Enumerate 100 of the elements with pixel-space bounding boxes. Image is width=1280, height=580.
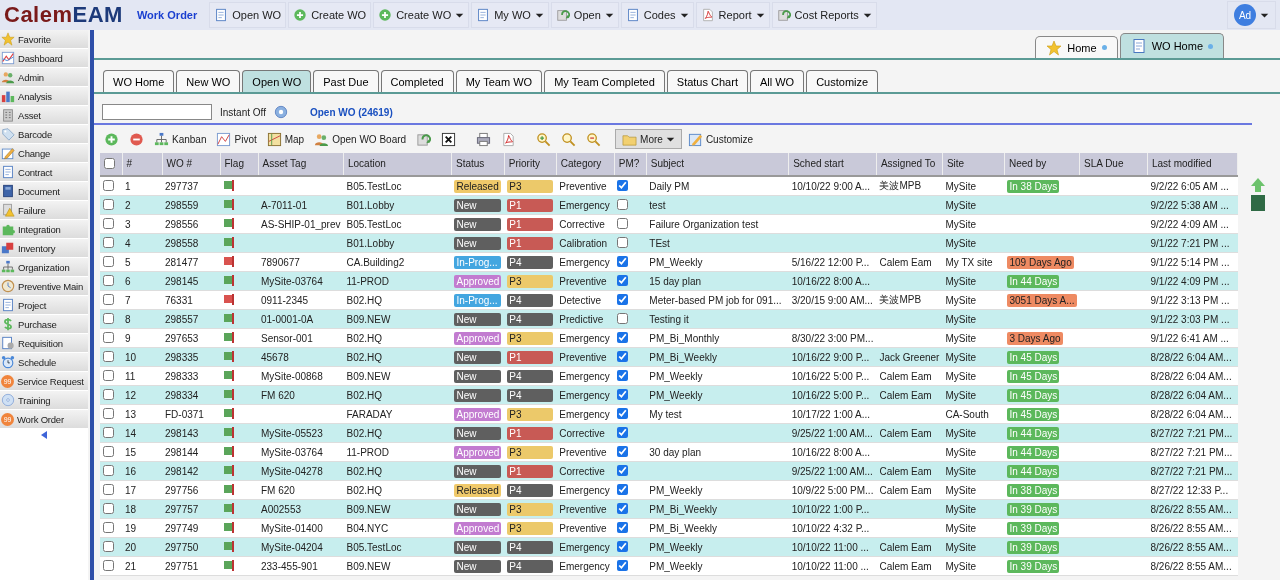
pm-checkbox[interactable] <box>617 502 629 514</box>
document-tab[interactable]: WO Home <box>1119 33 1224 58</box>
tab[interactable]: Status Chart <box>666 70 748 92</box>
pm-checkbox[interactable] <box>617 464 629 476</box>
tab[interactable]: Past Due <box>313 70 379 92</box>
sidebar-item[interactable]: Analysis <box>0 87 88 106</box>
table-cell: 0911-2345 <box>261 294 309 306</box>
sidebar-item[interactable]: Favorite <box>0 30 88 49</box>
row-checkbox[interactable] <box>103 464 114 476</box>
sidebar-item[interactable]: Integration <box>0 220 88 239</box>
row-checkbox[interactable] <box>103 388 114 400</box>
menu-button[interactable]: Cost Reports <box>771 2 877 28</box>
column-header[interactable]: Location <box>348 158 386 169</box>
toolbar-button[interactable]: Open WO Board <box>310 129 411 149</box>
sidebar-item[interactable]: Change <box>0 144 88 163</box>
row-checkbox[interactable] <box>103 521 114 533</box>
row-checkbox[interactable] <box>103 293 114 305</box>
tab[interactable]: WO Home <box>103 70 175 92</box>
document-tab[interactable]: Home <box>1035 36 1118 58</box>
sidebar-item[interactable]: Barcode <box>0 125 88 144</box>
row-checkbox[interactable] <box>103 540 114 552</box>
pm-checkbox[interactable] <box>617 236 629 248</box>
pm-checkbox[interactable] <box>617 217 629 229</box>
sidebar-item[interactable]: Preventive Main <box>0 277 88 296</box>
pm-checkbox[interactable] <box>617 198 629 210</box>
scroll-up-icon[interactable] <box>1250 177 1266 211</box>
row-checkbox[interactable] <box>103 312 114 324</box>
collapse-icon[interactable] <box>40 431 48 439</box>
tab[interactable]: Open WO <box>242 70 312 92</box>
sidebar-item[interactable]: Asset <box>0 106 88 125</box>
sidebar-item[interactable]: Purchase <box>0 315 88 334</box>
row-checkbox[interactable] <box>103 369 114 381</box>
menu-button[interactable]: Create WO <box>288 2 372 28</box>
pm-checkbox[interactable] <box>617 445 629 457</box>
row-number: 7 <box>125 294 131 306</box>
row-checkbox[interactable] <box>103 274 114 286</box>
pm-checkbox[interactable] <box>617 331 629 343</box>
row-checkbox[interactable] <box>103 198 114 210</box>
sidebar-item[interactable]: Contract <box>0 163 88 182</box>
pm-checkbox[interactable] <box>617 559 629 571</box>
row-checkbox[interactable] <box>103 179 114 191</box>
menu-button[interactable]: Open WO <box>209 2 287 28</box>
pm-checkbox[interactable] <box>617 388 629 400</box>
menu-button[interactable]: My WO <box>471 2 549 28</box>
row-checkbox[interactable] <box>103 426 114 438</box>
toolbar-button[interactable]: Pivot <box>212 129 261 149</box>
toolbar-button[interactable]: Map <box>262 129 309 149</box>
menu-button[interactable]: Report <box>695 2 770 28</box>
tab[interactable]: My Team WO <box>455 70 543 92</box>
pm-checkbox[interactable] <box>617 483 629 495</box>
more-menu-button[interactable]: More <box>615 129 682 149</box>
tab[interactable]: All WO <box>749 70 805 92</box>
sidebar-item[interactable]: Failure <box>0 201 88 220</box>
row-checkbox[interactable] <box>103 255 114 267</box>
pm-checkbox[interactable] <box>617 369 629 381</box>
pm-checkbox[interactable] <box>617 179 629 191</box>
pm-checkbox[interactable] <box>617 540 629 552</box>
tab[interactable]: My Team Completed <box>544 70 665 92</box>
select-all-checkbox[interactable] <box>104 157 115 169</box>
sidebar-item[interactable]: Document <box>0 182 88 201</box>
sidebar-item[interactable]: Organization <box>0 258 88 277</box>
row-checkbox[interactable] <box>103 331 114 343</box>
sidebar-item[interactable]: Training <box>0 391 88 410</box>
row-checkbox[interactable] <box>103 483 114 495</box>
row-checkbox[interactable] <box>103 502 114 514</box>
user-avatar[interactable]: Ad <box>1234 4 1256 26</box>
row-checkbox[interactable] <box>103 407 114 419</box>
column-header[interactable]: Subject <box>650 158 685 169</box>
pm-checkbox[interactable] <box>617 312 629 324</box>
priority-label: P3 <box>507 407 554 421</box>
sidebar-item[interactable]: Project <box>0 296 88 315</box>
pm-checkbox[interactable] <box>617 293 629 305</box>
sidebar-item[interactable]: Requisition <box>0 334 88 353</box>
pm-checkbox[interactable] <box>617 274 629 286</box>
tab[interactable]: Completed <box>380 70 454 92</box>
toolbar-button[interactable]: Kanban <box>150 129 211 149</box>
menu-button[interactable]: Open <box>550 2 619 28</box>
toolbar-button[interactable]: Customize <box>683 129 758 149</box>
row-checkbox[interactable] <box>103 236 114 248</box>
sidebar-item[interactable]: Inventory <box>0 239 88 258</box>
pm-checkbox[interactable] <box>617 350 629 362</box>
tab[interactable]: New WO <box>176 70 241 92</box>
sidebar-item[interactable]: Dashboard <box>0 49 88 68</box>
menu-button[interactable]: Create WO <box>373 2 470 28</box>
tab[interactable]: Customize <box>806 70 879 92</box>
pm-checkbox[interactable] <box>617 407 629 419</box>
row-checkbox[interactable] <box>103 559 114 571</box>
pm-checkbox[interactable] <box>617 255 629 267</box>
row-checkbox[interactable] <box>103 217 114 229</box>
pm-checkbox[interactable] <box>617 426 629 438</box>
sidebar-item[interactable]: Admin <box>0 68 88 87</box>
column-header[interactable]: # <box>126 158 133 169</box>
row-checkbox[interactable] <box>103 445 114 457</box>
search-field[interactable] <box>102 104 212 120</box>
menu-button[interactable]: Codes <box>620 2 694 28</box>
sidebar-item[interactable]: Schedule <box>0 353 88 372</box>
pm-checkbox[interactable] <box>617 521 629 533</box>
table-cell: PM_Weekly <box>649 370 703 382</box>
column-header[interactable]: Site <box>946 158 965 169</box>
row-checkbox[interactable] <box>103 350 114 362</box>
